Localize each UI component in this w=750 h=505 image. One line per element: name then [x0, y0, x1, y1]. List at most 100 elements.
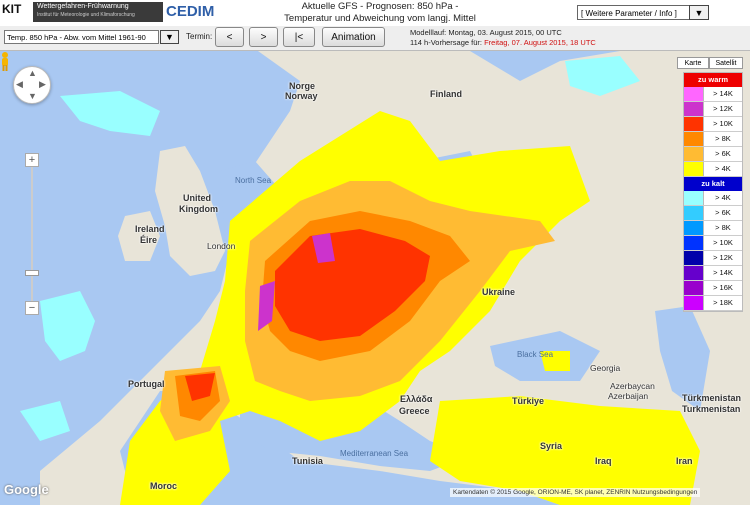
- zoom-out-button[interactable]: −: [25, 301, 39, 315]
- label-georgia: Georgia: [590, 363, 621, 373]
- label-portugal: Portugal: [128, 379, 165, 389]
- pan-down-icon[interactable]: ▼: [28, 91, 37, 101]
- legend-label: > 12K: [713, 104, 733, 113]
- legend-swatch: [684, 147, 704, 161]
- legend-label: > 16K: [713, 283, 733, 292]
- legend-label: > 10K: [713, 238, 733, 247]
- legend-swatch: [684, 236, 704, 250]
- legend-swatch: [684, 191, 704, 205]
- label-turkmenistan: Türkmenistan: [682, 393, 742, 403]
- label-greece: Greece: [399, 406, 430, 416]
- legend-swatch: [684, 266, 704, 280]
- label-north-sea: North Sea: [235, 176, 272, 185]
- legend-label: > 4K: [715, 164, 731, 173]
- legend-label: > 18K: [713, 298, 733, 307]
- pan-up-icon[interactable]: ▲: [28, 68, 37, 78]
- pan-right-icon[interactable]: ▶: [39, 79, 46, 90]
- page-title-line2: Temperatur und Abweichung vom langj. Mit…: [284, 13, 476, 24]
- google-logo[interactable]: Google: [4, 482, 49, 497]
- next-button[interactable]: >: [249, 27, 278, 47]
- legend-label: > 6K: [715, 208, 731, 217]
- pan-control[interactable]: ▲ ▼ ◀ ▶: [13, 66, 51, 104]
- label-syria: Syria: [540, 441, 563, 451]
- pegman-icon[interactable]: [0, 51, 10, 71]
- label-ireland: Ireland: [135, 224, 165, 234]
- label-azerbaijan-en: Azerbaijan: [608, 391, 649, 401]
- zoom-slider-handle[interactable]: [25, 270, 39, 276]
- legend-row: > 8K: [684, 221, 742, 236]
- variable-select[interactable]: Temp. 850 hPa - Abw. vom Mittel 1961-90: [4, 30, 159, 44]
- legend-cold-header: zu kalt: [684, 177, 742, 191]
- map[interactable]: Norge Norway Finland North Sea United Ki…: [0, 51, 750, 505]
- label-tunisia: Tunisia: [292, 456, 323, 466]
- header: KIT Wettergefahren-Frühwarnung Institut …: [0, 0, 750, 26]
- page-title: Aktuelle GFS - Prognosen: 850 hPa - Temp…: [240, 1, 520, 25]
- legend-row: > 12K: [684, 251, 742, 266]
- legend-swatch: [684, 162, 704, 176]
- legend-label: > 8K: [715, 134, 731, 143]
- label-mediterranean: Mediterranean Sea: [340, 449, 409, 458]
- legend-swatch: [684, 132, 704, 146]
- page-title-line1: Aktuelle GFS - Prognosen: 850 hPa -: [301, 1, 459, 12]
- legend-row: > 16K: [684, 281, 742, 296]
- label-morocco: Moroc: [150, 481, 177, 491]
- label-eire: Éire: [140, 235, 158, 245]
- zoom-track[interactable]: [31, 153, 33, 303]
- wettergefahren-subtitle: Institut für Meteorologie und Klimaforsc…: [37, 12, 135, 18]
- maptype-karte-button[interactable]: Karte: [677, 57, 709, 69]
- legend-row: > 4K: [684, 191, 742, 206]
- legend-label: > 6K: [715, 149, 731, 158]
- label-norway: Norway: [285, 91, 318, 101]
- label-turkey: Türkiye: [512, 396, 545, 406]
- legend-swatch: [684, 206, 704, 220]
- legend-label: > 14K: [713, 268, 733, 277]
- first-button[interactable]: |<: [283, 27, 315, 47]
- chevron-down-icon[interactable]: ▼: [160, 30, 179, 44]
- wettergefahren-logo[interactable]: Wettergefahren-Frühwarnung Institut für …: [33, 2, 163, 22]
- model-info: Modelllauf: Montag, 03. August 2015, 00 …: [410, 28, 596, 48]
- legend-row: > 14K: [684, 266, 742, 281]
- legend-row: > 12K: [684, 102, 742, 117]
- legend-swatch: [684, 117, 704, 131]
- pan-left-icon[interactable]: ◀: [16, 79, 23, 90]
- legend-label: > 4K: [715, 193, 731, 202]
- zoom-in-button[interactable]: +: [25, 153, 39, 167]
- legend-label: > 14K: [713, 89, 733, 98]
- legend: zu warm > 14K > 12K > 10K > 8K > 6K > 4K zu k…: [683, 72, 743, 312]
- label-iran: Iran: [676, 456, 693, 466]
- label-azerbaijan: Azerbaycan: [610, 381, 655, 391]
- map-attribution[interactable]: Kartendaten © 2015 Google, ORION-ME, SK …: [450, 488, 701, 497]
- legend-label: > 12K: [713, 253, 733, 262]
- legend-label: > 10K: [713, 119, 733, 128]
- map-canvas: [20, 51, 750, 505]
- legend-swatch: [684, 102, 704, 116]
- legend-row: > 10K: [684, 236, 742, 251]
- termin-label: Termin:: [186, 32, 213, 41]
- legend-row: > 8K: [684, 132, 742, 147]
- label-kingdom: Kingdom: [179, 204, 218, 214]
- label-turkmenistan-en: Turkmenistan: [682, 404, 741, 414]
- forecast-prefix: 114 h-Vorhersage für:: [410, 38, 482, 47]
- legend-swatch: [684, 296, 704, 310]
- cedim-logo[interactable]: CEDIM: [166, 2, 226, 22]
- legend-row: > 6K: [684, 206, 742, 221]
- maptype-satellit-button[interactable]: Satellit: [709, 57, 743, 69]
- label-iraq: Iraq: [595, 456, 612, 466]
- legend-row: > 6K: [684, 147, 742, 162]
- forecast-time: 114 h-Vorhersage für: Freitag, 07. Augus…: [410, 38, 596, 48]
- wettergefahren-title: Wettergefahren-Frühwarnung: [37, 3, 129, 10]
- prev-button[interactable]: <: [215, 27, 244, 47]
- legend-label: > 8K: [715, 223, 731, 232]
- legend-row: > 18K: [684, 296, 742, 311]
- label-london: London: [207, 241, 236, 251]
- legend-warm-header: zu warm: [684, 73, 742, 87]
- legend-row: > 4K: [684, 162, 742, 177]
- model-run: Modelllauf: Montag, 03. August 2015, 00 …: [410, 28, 562, 37]
- kit-logo[interactable]: KIT: [2, 2, 32, 22]
- animation-button[interactable]: Animation: [322, 27, 385, 47]
- legend-swatch: [684, 221, 704, 235]
- label-ukraine: Ukraine: [482, 287, 516, 297]
- legend-row: > 10K: [684, 117, 742, 132]
- chevron-down-icon[interactable]: ▼: [689, 5, 709, 20]
- legend-swatch: [684, 281, 704, 295]
